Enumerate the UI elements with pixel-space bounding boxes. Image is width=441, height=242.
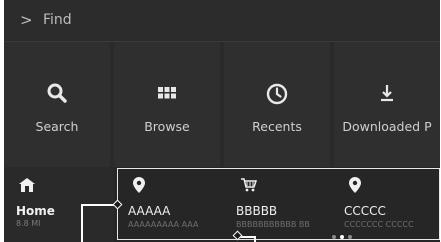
downloaded-label: Downloaded P [342,119,432,134]
pin-icon [349,177,361,197]
page-dot [340,235,344,239]
place-card[interactable]: CCCCC CCCCCCC CCCCC [334,169,440,239]
cart-icon [241,177,258,196]
search-label: Search [35,119,79,134]
place-name: BBBBB [236,204,278,218]
recents-tile[interactable]: Recents [224,42,330,167]
places-row: Home 8.8 MI AAAAA AAAAAAAAA AAA BBBBB BB… [4,167,440,242]
recent-places-carousel[interactable]: AAAAA AAAAAAAAA AAA BBBBB BBBBBBBBBBB BB [117,168,440,240]
place-name: AAAAA [128,204,171,218]
browse-tile[interactable]: Browse [114,42,220,167]
downloaded-tile[interactable]: Downloaded P [334,42,440,167]
search-icon [4,82,110,106]
browse-label: Browse [144,119,190,134]
page-title: Find [43,12,72,28]
home-distance: 8.8 MI [16,219,41,228]
clock-icon [224,82,330,106]
place-card[interactable]: AAAAA AAAAAAAAA AAA [118,169,225,239]
place-name: CCCCC [344,204,386,218]
place-address: BBBBBBBBBBB BB [236,220,310,229]
callout-line [254,236,256,242]
pin-icon [133,177,145,197]
place-address: AAAAAAAAA AAA [128,220,199,229]
pagination-dots [332,235,362,241]
place-address: CCCCCCC CCCCC [344,220,414,229]
chevron-right-icon: > [20,11,33,29]
search-tile[interactable]: Search [4,42,110,167]
page-dot [348,235,352,239]
category-tiles: Search Browse Recents Downloaded P [4,42,440,167]
place-card[interactable]: BBBBB BBBBBBBBBBB BB [226,169,333,239]
grid-icon [114,82,220,106]
recents-label: Recents [252,119,302,134]
callout-line [81,205,83,242]
home-icon [18,177,36,197]
page-dot [332,235,336,239]
download-icon [334,82,440,106]
home-label: Home [16,204,55,218]
find-screen: > Find Search Browse Recents Downloaded … [4,0,440,242]
header-bar[interactable]: > Find [4,0,440,42]
